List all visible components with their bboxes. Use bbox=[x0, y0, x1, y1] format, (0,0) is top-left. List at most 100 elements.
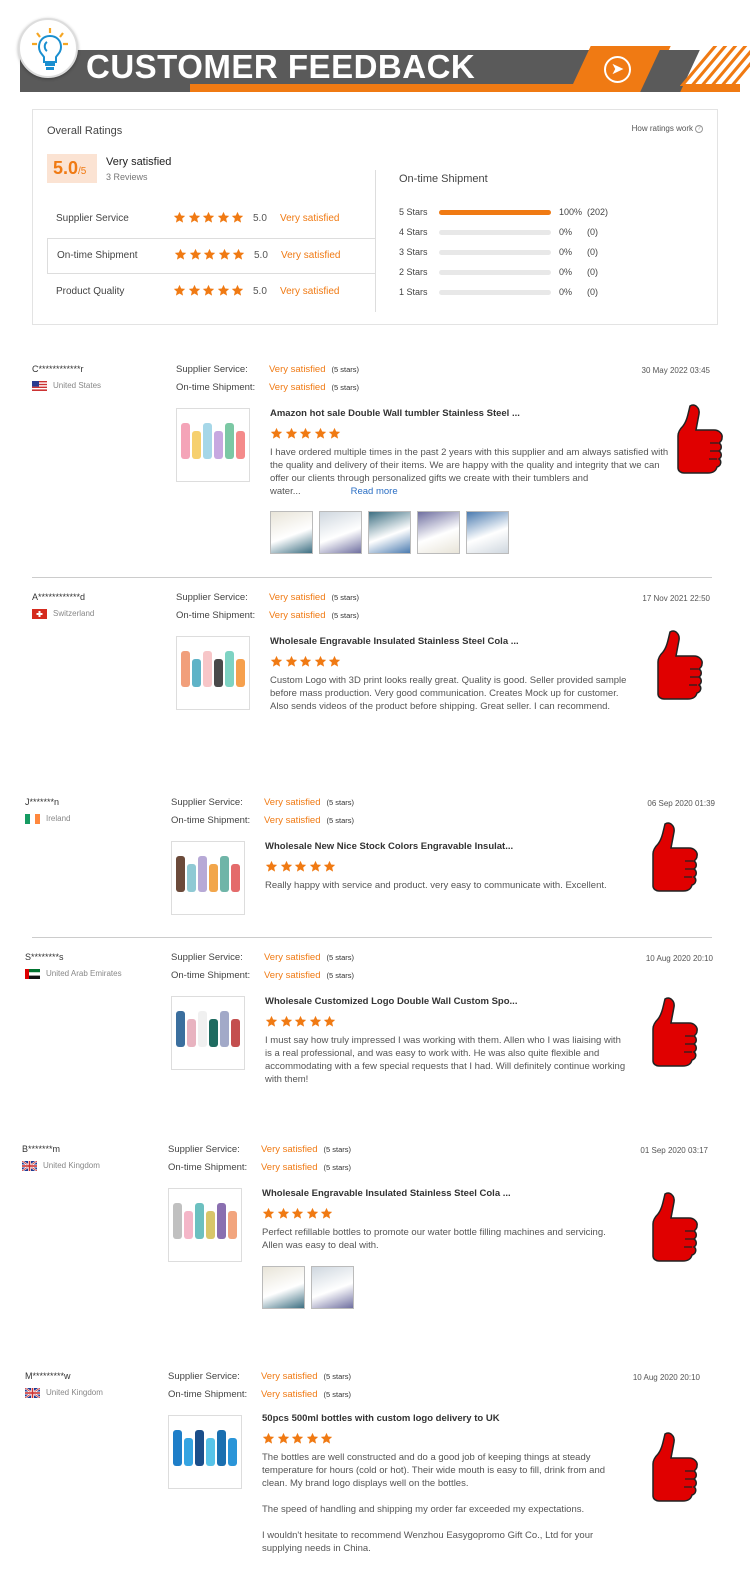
reviewer-country: United Kingdom bbox=[25, 1388, 103, 1398]
country-name: Switzerland bbox=[53, 609, 95, 619]
product-thumbnail[interactable] bbox=[171, 996, 245, 1070]
product-thumbnail[interactable] bbox=[168, 1415, 242, 1489]
help-icon[interactable]: ? bbox=[695, 124, 703, 133]
meta-stars: (5 stars) bbox=[326, 816, 355, 825]
product-image bbox=[173, 1203, 237, 1239]
score-value: 5.0 bbox=[53, 158, 79, 178]
star-icon bbox=[218, 248, 231, 261]
star-rating bbox=[174, 248, 247, 266]
meta-key: Supplier Service: bbox=[168, 1144, 240, 1155]
review-photo[interactable] bbox=[311, 1266, 354, 1309]
product-thumbnail[interactable] bbox=[171, 841, 245, 915]
product-title[interactable]: Wholesale Engravable Insulated Stainless… bbox=[262, 1188, 511, 1199]
rating-row-on-time-shipment[interactable]: On-time Shipment 5.0 Very satisfied bbox=[47, 238, 375, 274]
product-image bbox=[176, 1011, 240, 1047]
review-body: Custom Logo with 3D print looks really g… bbox=[270, 674, 632, 713]
histogram-count: (0) bbox=[587, 227, 598, 237]
star-icon bbox=[320, 1432, 333, 1445]
meta-value: Very satisfied bbox=[269, 592, 326, 603]
review-photo[interactable] bbox=[319, 511, 362, 554]
overall-ratings-title: Overall Ratings bbox=[47, 125, 123, 137]
meta-value: Very satisfied bbox=[261, 1162, 318, 1173]
overall-ratings-panel: Overall Ratings How ratings work? 5.0/5 … bbox=[32, 109, 718, 325]
meta-key: On-time Shipment: bbox=[176, 382, 256, 393]
category-label: Very satisfied bbox=[281, 250, 341, 261]
meta-key: Supplier Service: bbox=[171, 797, 243, 808]
review-date: 30 May 2022 03:45 bbox=[641, 366, 711, 375]
star-icon bbox=[270, 427, 283, 440]
rating-row-product-quality[interactable]: Product Quality 5.0 Very satisfied bbox=[47, 275, 375, 311]
rating-row-supplier-service[interactable]: Supplier Service 5.0 Very satisfied bbox=[47, 202, 375, 238]
star-icon bbox=[294, 1015, 307, 1028]
histogram-bar bbox=[439, 210, 551, 215]
product-star-rating bbox=[262, 1432, 335, 1450]
star-icon bbox=[262, 1207, 275, 1220]
country-name: United States bbox=[53, 381, 102, 391]
review-divider bbox=[32, 937, 712, 938]
review-photo[interactable] bbox=[262, 1266, 305, 1309]
product-title[interactable]: Wholesale Customized Logo Double Wall Cu… bbox=[265, 996, 517, 1007]
product-star-rating bbox=[265, 860, 338, 878]
histogram-percent: 0% bbox=[559, 227, 573, 237]
review-text: Perfect refillable bottles to promote ou… bbox=[262, 1227, 606, 1251]
star-icon bbox=[323, 1015, 336, 1028]
product-title[interactable]: Wholesale Engravable Insulated Stainless… bbox=[270, 636, 519, 647]
product-thumbnail[interactable] bbox=[176, 636, 250, 710]
on-time-shipment-rating: On-time Shipment: Very satisfied (5 stars) bbox=[176, 382, 359, 400]
how-ratings-work-label[interactable]: How ratings work bbox=[632, 124, 693, 133]
review-photo[interactable] bbox=[368, 511, 411, 554]
product-title[interactable]: Wholesale New Nice Stock Colors Engravab… bbox=[265, 841, 513, 852]
category-name: Supplier Service bbox=[56, 213, 129, 224]
product-thumbnail[interactable] bbox=[176, 408, 250, 482]
country-name: United Kingdom bbox=[46, 1388, 103, 1398]
histogram-label: 4 Stars bbox=[399, 227, 428, 237]
shipment-histogram-title: On-time Shipment bbox=[399, 173, 488, 185]
feedback-banner: ➤ CUSTOMER FEEDBACK bbox=[0, 0, 750, 100]
product-title[interactable]: 50pcs 500ml bottles with custom logo del… bbox=[262, 1413, 500, 1424]
meta-stars: (5 stars) bbox=[331, 611, 360, 620]
review-meta: Supplier Service: Very satisfied (5 stars)… bbox=[171, 797, 354, 833]
score-label: Very satisfied bbox=[106, 156, 172, 168]
lightbulb-logo-icon bbox=[18, 18, 78, 78]
product-title[interactable]: Amazon hot sale Double Wall tumbler Stai… bbox=[270, 408, 520, 419]
star-icon bbox=[188, 211, 201, 224]
meta-value: Very satisfied bbox=[269, 364, 326, 375]
star-icon bbox=[231, 284, 244, 297]
histogram-bar bbox=[439, 230, 551, 235]
how-ratings-work-link[interactable]: How ratings work? bbox=[632, 124, 703, 133]
reviewer-name: B*******m bbox=[22, 1144, 61, 1154]
review-count: 3 Reviews bbox=[106, 172, 148, 182]
review-photo[interactable] bbox=[270, 511, 313, 554]
review-divider bbox=[32, 577, 712, 578]
star-icon bbox=[285, 427, 298, 440]
meta-key: On-time Shipment: bbox=[171, 970, 251, 981]
country-name: United Arab Emirates bbox=[46, 969, 122, 979]
star-icon bbox=[328, 655, 341, 668]
meta-key: Supplier Service: bbox=[168, 1371, 240, 1382]
meta-key: On-time Shipment: bbox=[171, 815, 251, 826]
star-icon bbox=[314, 427, 327, 440]
star-icon bbox=[280, 860, 293, 873]
histogram-count: (0) bbox=[587, 267, 598, 277]
review-photo[interactable] bbox=[417, 511, 460, 554]
chevron-right-icon[interactable]: ➤ bbox=[604, 56, 631, 83]
review-photo[interactable] bbox=[466, 511, 509, 554]
review-text: Really happy with service and product. v… bbox=[265, 880, 607, 891]
review-meta: Supplier Service: Very satisfied (5 stars)… bbox=[168, 1144, 351, 1180]
star-icon bbox=[173, 211, 186, 224]
review-body: Really happy with service and product. v… bbox=[265, 879, 627, 892]
histogram-bar bbox=[439, 270, 551, 275]
on-time-shipment-rating: On-time Shipment: Very satisfied (5 stars) bbox=[168, 1389, 351, 1407]
meta-key: On-time Shipment: bbox=[168, 1162, 248, 1173]
product-star-rating bbox=[270, 427, 343, 445]
read-more-link[interactable]: Read more bbox=[351, 486, 398, 497]
product-star-rating bbox=[262, 1207, 335, 1225]
meta-value: Very satisfied bbox=[269, 610, 326, 621]
product-thumbnail[interactable] bbox=[168, 1188, 242, 1262]
meta-value: Very satisfied bbox=[261, 1144, 318, 1155]
star-icon bbox=[202, 284, 215, 297]
reviewer-country: United States bbox=[32, 381, 101, 391]
review-date: 01 Sep 2020 03:17 bbox=[640, 1146, 708, 1155]
reviewer-name: C************r bbox=[32, 364, 84, 374]
review-date: 06 Sep 2020 01:39 bbox=[647, 799, 715, 808]
